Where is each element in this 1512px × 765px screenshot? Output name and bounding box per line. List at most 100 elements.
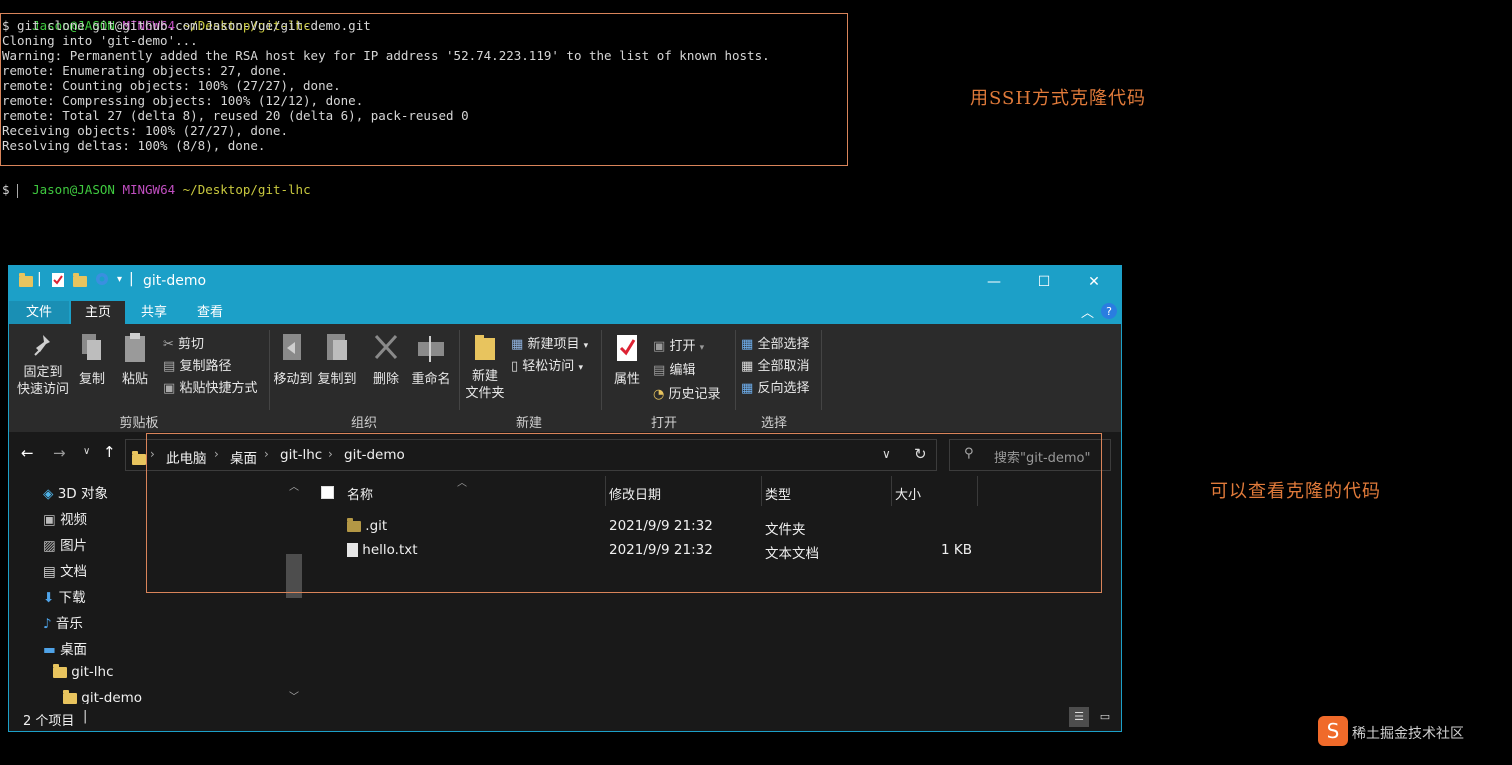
properties-button[interactable]: 属性	[607, 332, 647, 387]
properties-label: 属性	[613, 372, 640, 387]
highlight-box-terminal	[0, 13, 848, 166]
window-title: git-demo	[143, 273, 207, 289]
highlight-box-explorer	[146, 433, 1102, 593]
nav-item-git-lhc[interactable]: git-lhc	[53, 663, 114, 680]
open-button[interactable]: ▣ 打开 ▾	[653, 335, 704, 354]
forward-arrow-icon[interactable]: →	[53, 444, 66, 462]
terminal-input-line[interactable]: $	[2, 182, 19, 198]
select-all-button[interactable]: ▦ 全部选择	[741, 333, 809, 352]
nav-item-desktop[interactable]: ▬ 桌面	[43, 638, 87, 658]
qat-separator: |	[129, 271, 134, 287]
nav-item-downloads[interactable]: ⬇ 下载	[43, 586, 86, 606]
gear-icon[interactable]	[94, 271, 110, 291]
up-arrow-icon[interactable]: ↑	[103, 443, 116, 461]
nav-item-videos[interactable]: ▣ 视频	[43, 508, 87, 528]
new-item-label: 新建项目	[527, 337, 580, 352]
paste-button[interactable]: 粘贴	[117, 332, 153, 387]
terminal-prompt: Jason@JASON MINGW64 ~/Desktop/git-lhc	[2, 168, 311, 212]
nav-item-documents[interactable]: ▤ 文档	[43, 560, 87, 580]
nav-item-3d-objects[interactable]: ◈ 3D 对象	[43, 482, 108, 502]
desktop-icon: ▬	[43, 642, 56, 658]
new-folder-icon[interactable]	[73, 272, 87, 289]
watermark: S 稀土掘金技术社区	[1318, 714, 1508, 750]
minimize-button[interactable]: —	[969, 266, 1019, 298]
prompt-symbol: $	[2, 182, 18, 197]
copy-path-label: 复制路径	[179, 359, 232, 374]
status-separator: |	[83, 709, 88, 724]
new-item-button[interactable]: ▦ 新建项目 ▾	[511, 333, 588, 352]
ribbon-separator	[459, 330, 460, 410]
music-note-icon: ♪	[43, 616, 52, 632]
prompt-path: ~/Desktop/git-lhc	[182, 181, 311, 197]
item-count: 2 个项目	[23, 714, 75, 729]
properties-check-icon[interactable]	[51, 272, 65, 292]
pin-quick-access-button[interactable]: 固定到 快速访问	[13, 332, 73, 398]
new-folder-label: 新建 文件夹	[465, 369, 505, 401]
properties-check-icon	[617, 335, 637, 361]
close-button[interactable]: ✕	[1069, 266, 1119, 298]
paste-shortcut-icon: ▣	[163, 381, 176, 396]
paste-label: 粘贴	[121, 372, 148, 387]
copy-to-button[interactable]: 复制到	[315, 332, 359, 387]
rename-icon	[418, 336, 444, 362]
large-icons-view-icon[interactable]: ▭	[1095, 707, 1115, 727]
download-arrow-icon: ⬇	[43, 590, 55, 606]
collapse-ribbon-icon[interactable]: ︿	[1081, 302, 1094, 321]
history-button[interactable]: ◔ 历史记录	[653, 383, 721, 402]
tab-share[interactable]: 共享	[127, 301, 181, 324]
scissors-icon: ✂	[163, 337, 174, 352]
cut-button[interactable]: ✂ 剪切	[163, 333, 204, 352]
group-open-label: 打开	[650, 416, 677, 431]
delete-button[interactable]: 删除	[369, 332, 403, 387]
details-view-icon[interactable]: ☰	[1069, 707, 1089, 727]
select-all-label: 全部选择	[757, 337, 810, 352]
history-icon: ◔	[653, 387, 665, 402]
move-to-button[interactable]: 移动到	[273, 332, 313, 387]
edit-label: 编辑	[669, 363, 696, 378]
maximize-button[interactable]: ☐	[1019, 266, 1069, 298]
folder-icon	[63, 689, 77, 704]
scroll-down-icon[interactable]: ﹀	[289, 688, 299, 703]
tab-view[interactable]: 查看	[183, 301, 237, 324]
qat-dropdown-icon[interactable]: ▾	[117, 274, 122, 285]
edit-button[interactable]: ▤ 编辑	[653, 359, 695, 378]
recent-chevron-icon[interactable]: ∨	[83, 446, 90, 457]
easy-access-label: 轻松访问	[522, 359, 575, 374]
group-new-label: 新建	[515, 416, 542, 431]
pin-icon	[34, 335, 50, 356]
paste-icon	[125, 333, 145, 362]
select-none-button[interactable]: ▦ 全部取消	[741, 355, 809, 374]
prompt-shell: MINGW64	[122, 181, 176, 197]
qat-separator: |	[37, 271, 42, 287]
new-item-icon: ▦	[511, 337, 524, 352]
invert-selection-button[interactable]: ▦ 反向选择	[741, 377, 809, 396]
delete-x-icon	[374, 334, 398, 360]
select-none-label: 全部取消	[757, 359, 810, 374]
copy-path-button[interactable]: ▤ 复制路径	[163, 355, 231, 374]
tab-file[interactable]: 文件	[9, 301, 69, 324]
nav-item-pictures[interactable]: ▨ 图片	[43, 534, 87, 554]
prompt-user: Jason@JASON	[32, 181, 115, 197]
text-cursor	[17, 183, 19, 198]
ribbon-separator	[601, 330, 602, 410]
back-arrow-icon[interactable]: ←	[21, 444, 34, 462]
easy-access-icon: ▯	[511, 359, 519, 374]
chevron-down-icon: ▾	[583, 341, 589, 351]
history-label: 历史记录	[668, 387, 721, 402]
ribbon-separator	[269, 330, 270, 410]
select-all-icon: ▦	[741, 337, 754, 352]
invert-selection-icon: ▦	[741, 381, 754, 396]
new-folder-button[interactable]: 新建 文件夹	[463, 332, 507, 402]
help-icon[interactable]: ?	[1101, 303, 1117, 323]
copy-button[interactable]: 复制	[75, 332, 109, 387]
title-bar[interactable]: | ▾ | git-demo — ☐ ✕	[9, 266, 1121, 298]
tab-home[interactable]: 主页	[71, 301, 125, 324]
nav-item-music[interactable]: ♪ 音乐	[43, 612, 83, 632]
new-folder-icon	[475, 335, 495, 360]
rename-button[interactable]: 重命名	[407, 332, 455, 387]
annotation-view-code: 可以查看克隆的代码	[1210, 481, 1381, 502]
chevron-down-icon: ▾	[578, 363, 583, 373]
paste-shortcut-button[interactable]: ▣ 粘贴快捷方式	[163, 377, 257, 396]
easy-access-button[interactable]: ▯ 轻松访问 ▾	[511, 355, 583, 374]
cut-label: 剪切	[178, 337, 205, 352]
